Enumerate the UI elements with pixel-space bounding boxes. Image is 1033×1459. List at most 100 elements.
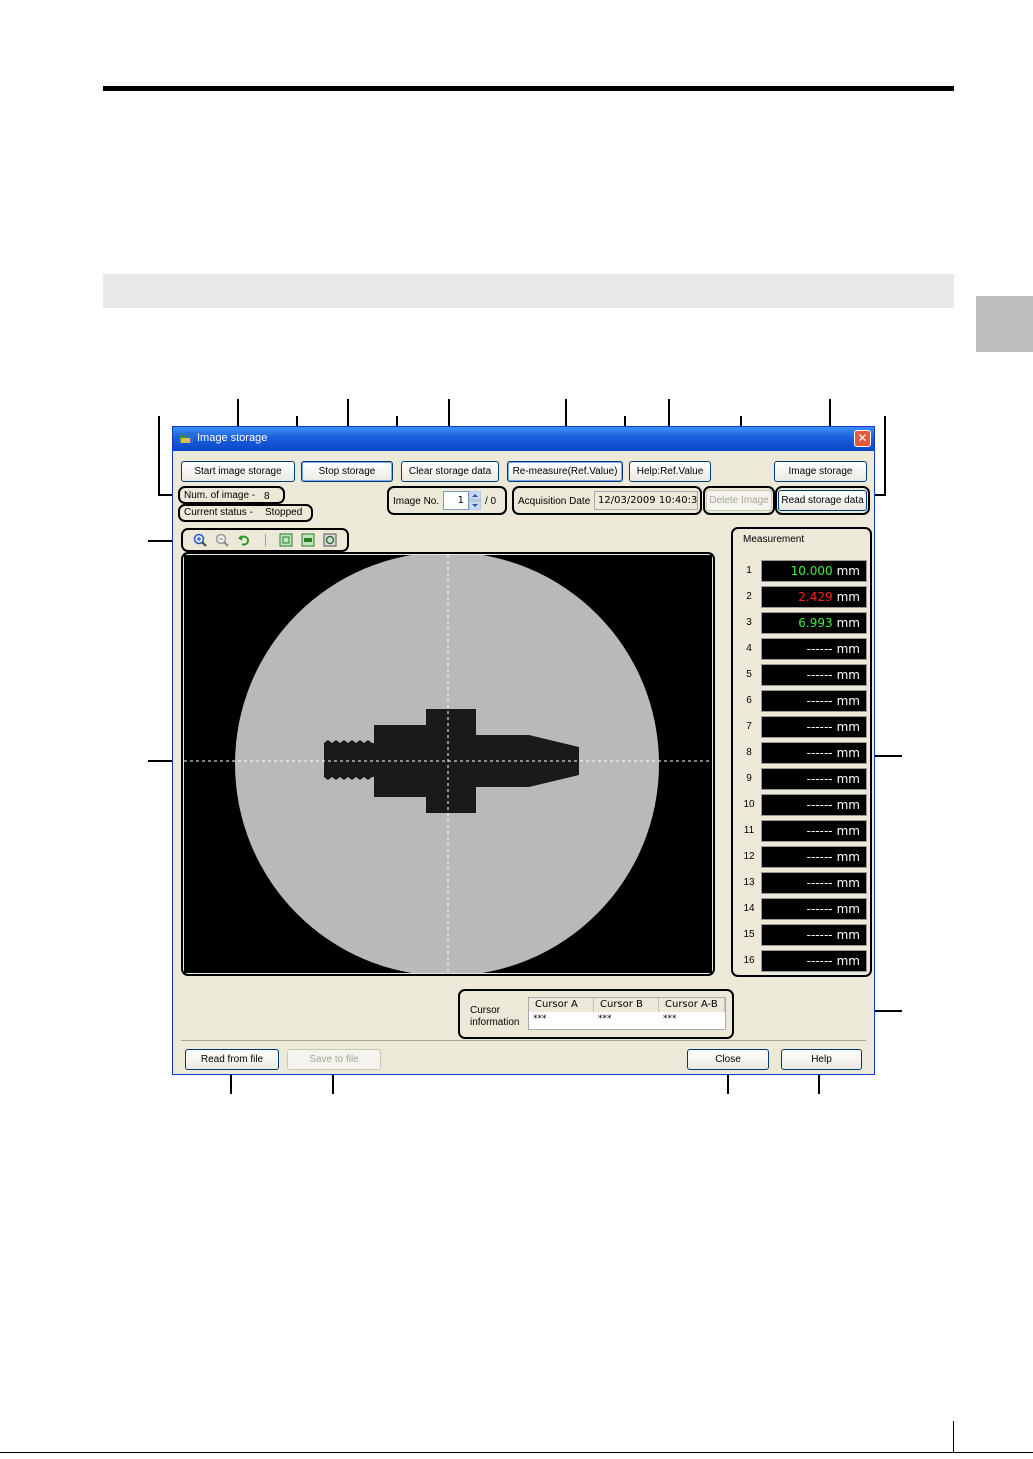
help-ref-value-button[interactable]: Help:Ref.Value	[629, 461, 711, 482]
fit-icon[interactable]	[279, 533, 293, 547]
measurement-value: ------	[806, 694, 833, 708]
measurement-row-number: 16	[743, 955, 755, 966]
measurement-unit: mm	[836, 746, 860, 760]
measurement-row-number: 7	[746, 721, 752, 732]
measurement-value-box: ------ mm	[761, 898, 867, 920]
leader-line	[884, 416, 886, 496]
measurement-unit: mm	[836, 902, 860, 916]
spinner-arrows-icon[interactable]	[469, 491, 481, 510]
cursor-b-value: ***	[598, 1014, 612, 1024]
measurement-row-number: 2	[746, 591, 752, 602]
actual-size-icon[interactable]	[301, 533, 315, 547]
toolbar-separator	[265, 534, 266, 547]
cursor-ab-value: ***	[663, 1014, 677, 1024]
cursor-a-header: Cursor A	[529, 998, 594, 1012]
zoom-out-icon[interactable]	[215, 533, 229, 547]
start-image-storage-button[interactable]: Start image storage	[181, 461, 295, 482]
measurement-row-number: 15	[743, 929, 755, 940]
measurement-row-number: 3	[746, 617, 752, 628]
current-status-value: Stopped	[265, 507, 303, 518]
measurement-unit: mm	[836, 772, 860, 786]
measurement-row-number: 12	[743, 851, 755, 862]
measurement-value: ------	[806, 954, 833, 968]
clear-storage-data-button[interactable]: Clear storage data	[401, 461, 499, 482]
measurement-unit: mm	[836, 590, 860, 604]
measurement-row-number: 11	[743, 825, 755, 836]
cursor-a-value: ***	[533, 1014, 547, 1024]
measurement-unit: mm	[836, 642, 860, 656]
help-button[interactable]: Help	[781, 1049, 862, 1070]
num-of-image-value: 8	[264, 491, 270, 502]
measurement-value: 6.993	[798, 616, 833, 630]
measurement-value-box: ------ mm	[761, 742, 867, 764]
close-button[interactable]: Close	[687, 1049, 769, 1070]
measurement-unit: mm	[836, 564, 860, 578]
title-bar[interactable]: Image storage ✕	[173, 427, 874, 451]
measurement-row-number: 9	[746, 773, 752, 784]
measurement-value: 2.429	[798, 590, 833, 604]
read-storage-data-button[interactable]: Read storage data	[778, 490, 867, 511]
close-window-button[interactable]: ✕	[854, 430, 871, 447]
measurement-unit: mm	[836, 876, 860, 890]
measurement-value: ------	[806, 824, 833, 838]
measurement-value: ------	[806, 668, 833, 682]
measurement-row-number: 14	[743, 903, 755, 914]
bottom-divider	[181, 1040, 866, 1041]
measurement-row-number: 6	[746, 695, 752, 706]
top-rule	[103, 86, 954, 91]
measurement-value-box: ------ mm	[761, 664, 867, 686]
undo-icon[interactable]	[237, 533, 251, 547]
measurement-row-number: 8	[746, 747, 752, 758]
acquisition-date-field: 12/03/2009 10:40:30	[594, 491, 698, 510]
measurement-value-box: ------ mm	[761, 846, 867, 868]
measurement-value-box: ------ mm	[761, 950, 867, 972]
cursor-info-table: Cursor A Cursor B Cursor A-B *** *** ***	[528, 997, 726, 1030]
measurement-row-number: 10	[743, 799, 755, 810]
measurement-title: Measurement	[743, 534, 805, 545]
stored-image-display[interactable]	[184, 555, 712, 973]
measurement-value: ------	[806, 850, 833, 864]
num-of-image-label: Num. of image -	[184, 490, 256, 501]
app-icon	[179, 432, 193, 443]
measurement-unit: mm	[836, 668, 860, 682]
measurement-row-number: 4	[746, 643, 752, 654]
save-to-file-button[interactable]: Save to file	[287, 1049, 381, 1070]
measurement-value: ------	[806, 642, 833, 656]
window-title: Image storage	[197, 432, 268, 444]
leader-line	[158, 416, 160, 496]
measurement-unit: mm	[836, 720, 860, 734]
measurement-value: ------	[806, 876, 833, 890]
acquisition-date-label: Acquisition Date	[518, 496, 591, 507]
measurement-value-box: 10.000 mm	[761, 560, 867, 582]
measurement-value: ------	[806, 902, 833, 916]
measurement-value-box: ------ mm	[761, 716, 867, 738]
measurement-value-box: ------ mm	[761, 924, 867, 946]
measurement-value-box: ------ mm	[761, 768, 867, 790]
measurement-value-box: ------ mm	[761, 794, 867, 816]
measurement-value: ------	[806, 798, 833, 812]
measurement-value-box: 2.429 mm	[761, 586, 867, 608]
measurement-value-box: 6.993 mm	[761, 612, 867, 634]
measurement-row-number: 13	[743, 877, 755, 888]
stop-storage-button[interactable]: Stop storage	[301, 461, 393, 482]
measurement-unit: mm	[836, 928, 860, 942]
measurement-value: ------	[806, 720, 833, 734]
image-no-input[interactable]: 1	[443, 491, 469, 510]
image-no-total: / 0	[485, 496, 497, 507]
delete-image-button[interactable]: Delete Image	[706, 490, 772, 511]
image-no-label: Image No.	[393, 496, 440, 507]
section-band	[103, 274, 954, 308]
re-measure-button[interactable]: Re-measure(Ref.Value)	[507, 461, 623, 482]
image-storage-button[interactable]: Image storage	[774, 461, 867, 482]
read-from-file-button[interactable]: Read from file	[185, 1049, 279, 1070]
full-screen-icon[interactable]	[323, 533, 337, 547]
cursor-ab-header: Cursor A-B	[659, 998, 725, 1012]
bottom-rule	[0, 1452, 1033, 1453]
measurement-value-box: ------ mm	[761, 638, 867, 660]
measurement-row-number: 5	[746, 669, 752, 680]
zoom-in-icon[interactable]	[193, 533, 207, 547]
measurement-unit: mm	[836, 824, 860, 838]
measurement-unit: mm	[836, 850, 860, 864]
measurement-row-number: 1	[746, 565, 752, 576]
measurement-unit: mm	[836, 954, 860, 968]
